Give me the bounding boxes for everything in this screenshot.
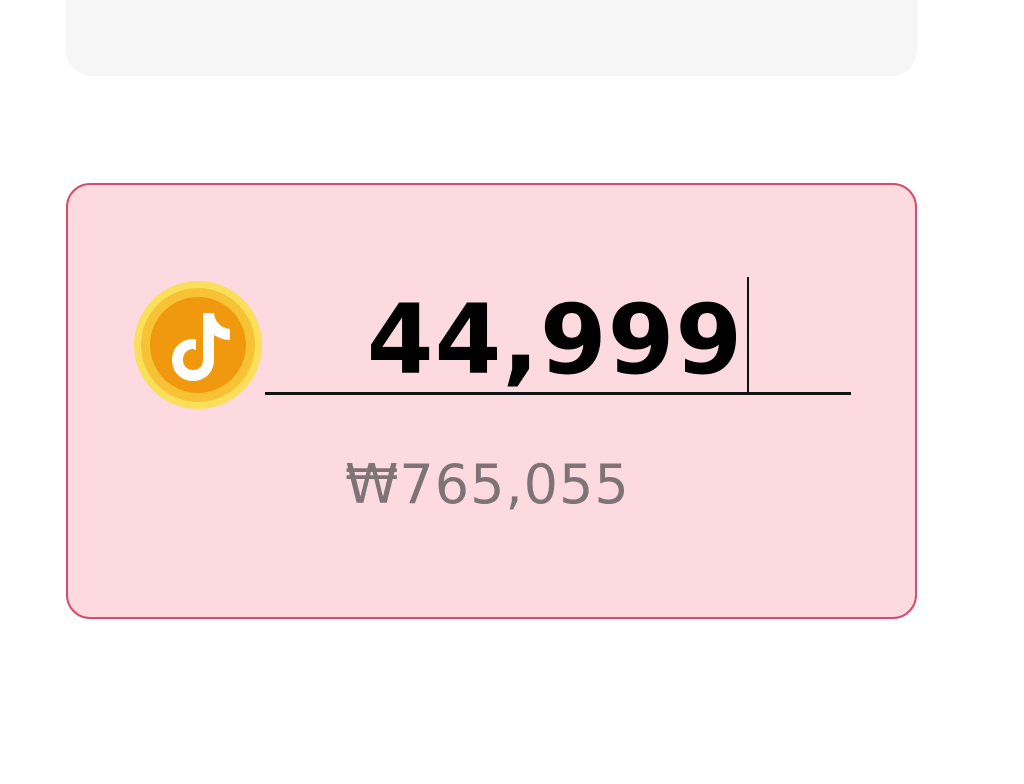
text-cursor [747,276,750,393]
tiktok-coin-icon [134,281,262,409]
coin-amount-card: 44,999 ₩765,055 [66,183,917,619]
coin-amount-input[interactable]: 44,999 [265,276,851,396]
top-panel [66,0,917,76]
converted-currency-value: ₩765,055 [345,453,630,516]
coin-amount-value: 44,999 [366,284,744,396]
